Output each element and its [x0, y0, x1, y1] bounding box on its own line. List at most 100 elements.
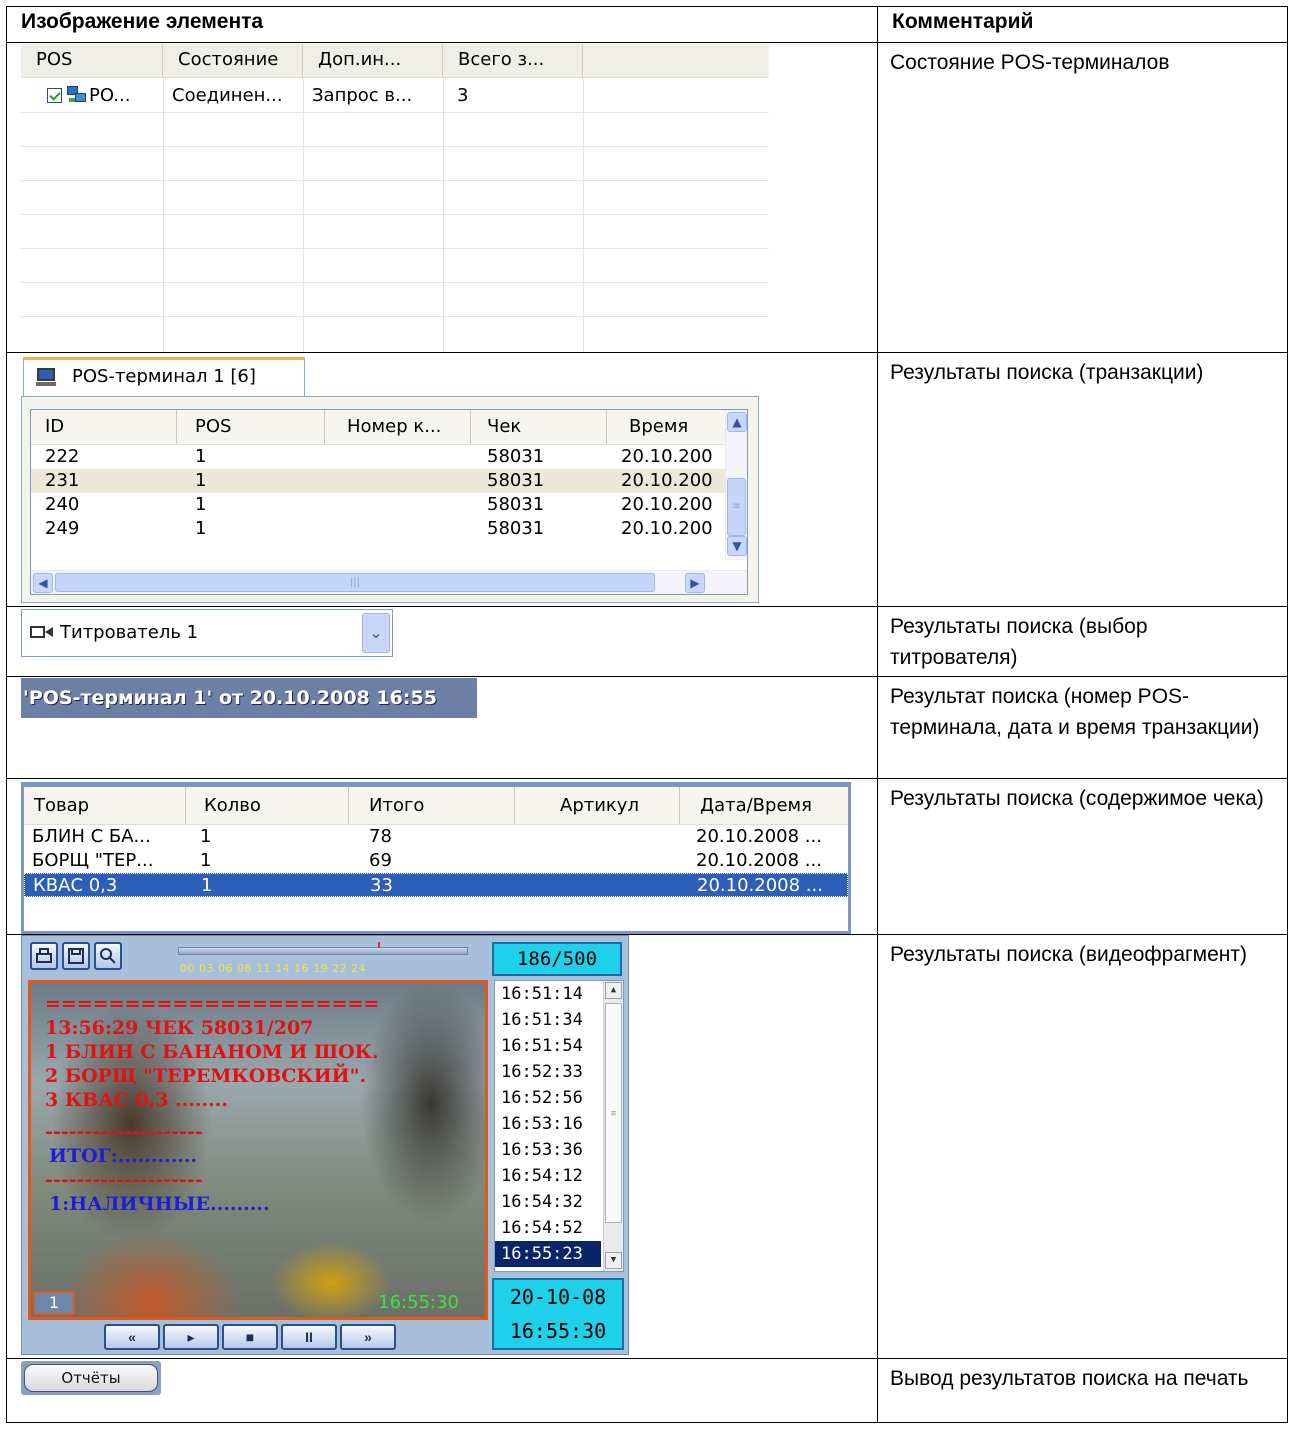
table-row[interactable]: 222 1 58031 20.10.200	[31, 445, 747, 469]
col-total[interactable]: Итого	[349, 787, 515, 824]
titler-select[interactable]: Титрователь 1 ⌄	[21, 609, 393, 657]
col-pos[interactable]: POS	[177, 410, 325, 444]
cell-id: 231	[45, 470, 80, 491]
table-row[interactable]: 240 1 58031 20.10.200	[31, 493, 747, 517]
cell-pos: 1	[195, 518, 207, 539]
table-row[interactable]: 231 1 58031 20.10.200	[31, 469, 747, 493]
col-sku[interactable]: Артикул	[515, 787, 680, 824]
col-state[interactable]: Состояние	[163, 44, 303, 78]
stop-button[interactable]: ■	[222, 1324, 278, 1350]
vertical-scrollbar[interactable]: ▲ ≡ ▼	[725, 410, 747, 560]
cell-check: 58031	[487, 494, 545, 515]
tab-pos-terminal[interactable]: POS-терминал 1 [6]	[23, 357, 305, 397]
col-info[interactable]: Доп.ин...	[303, 44, 443, 78]
scroll-thumb[interactable]: ≡	[605, 1003, 622, 1223]
table-row[interactable]: PO... Соединен... Запрос в... 3	[21, 80, 583, 110]
tab-pane: ID POS Номер к... Чек Время 222 1 58031 20.…	[21, 396, 759, 603]
transactions-grid: ID POS Номер к... Чек Время 222 1 58031 20.…	[30, 409, 748, 595]
col-check[interactable]: Чек	[471, 410, 607, 444]
date-display: 20-10-08	[509, 1285, 607, 1309]
scroll-down-button[interactable]: ▼	[605, 1252, 622, 1269]
col-pos[interactable]: POS	[21, 44, 163, 78]
col-total[interactable]: Всего з...	[443, 44, 583, 78]
magnifier-icon	[100, 948, 116, 964]
col-time[interactable]: Время	[607, 410, 717, 444]
pause-button[interactable]: II	[281, 1324, 337, 1350]
rewind-button[interactable]: «	[104, 1324, 160, 1350]
time-list-item[interactable]: 16:51:34	[495, 1007, 601, 1033]
cell-dt: 20.10.2008 ...	[696, 826, 822, 847]
cell-state: Соединен...	[172, 84, 283, 106]
cell-qty: 1	[200, 826, 212, 847]
row-transactions: POS-терминал 1 [6] ID POS Номер к... Чек…	[6, 352, 1288, 607]
pos-checkbox[interactable]	[47, 87, 62, 103]
time-list-item[interactable]: 16:52:33	[495, 1059, 601, 1085]
scroll-up-button[interactable]: ▲	[605, 982, 622, 999]
table-row[interactable]: БОРЩ "ТЕР... 1 69 20.10.2008 ...	[24, 849, 848, 873]
cell-total: 3	[457, 84, 469, 106]
horizontal-scrollbar[interactable]: ◀ ||| ▶	[31, 570, 747, 594]
scroll-thumb[interactable]: |||	[55, 573, 655, 592]
scroll-down-button[interactable]: ▼	[727, 536, 747, 556]
cell-time: 20.10.200	[621, 494, 713, 515]
col-datetime[interactable]: Дата/Время	[680, 787, 840, 824]
receipt-image-cell: Товар Колво Итого Артикул Дата/Время БЛИ…	[6, 778, 878, 935]
chevron-down-icon[interactable]: ⌄	[362, 613, 390, 653]
table-row[interactable]: 249 1 58031 20.10.200	[31, 517, 747, 541]
time-list-item[interactable]: 16:53:36	[495, 1137, 601, 1163]
time-list-scrollbar[interactable]: ▲ ≡ ▼	[603, 981, 623, 1271]
time-list-item[interactable]: 16:54:12	[495, 1163, 601, 1189]
receipt-header: Товар Колво Итого Артикул Дата/Время	[24, 787, 848, 825]
time-list-item[interactable]: 16:55:23	[495, 1241, 601, 1267]
overlay-line: --------------------	[45, 1169, 203, 1191]
pos-status-image-cell: POS Состояние Доп.ин... Всего з... PO...…	[6, 42, 878, 353]
cell-item: КВАС 0,3	[33, 875, 118, 896]
fast-forward-button[interactable]: »	[340, 1324, 396, 1350]
col-cashier[interactable]: Номер к...	[325, 410, 471, 444]
print-button[interactable]	[30, 942, 58, 970]
reports-button[interactable]: Отчёты	[24, 1364, 158, 1392]
col-item[interactable]: Товар	[24, 787, 186, 824]
scroll-thumb[interactable]: ≡	[727, 478, 746, 536]
time-list-item[interactable]: 16:53:16	[495, 1111, 601, 1137]
scroll-right-button[interactable]: ▶	[685, 573, 705, 593]
row-pos-status: POS Состояние Доп.ин... Всего з... PO...…	[6, 42, 1288, 353]
overlay-line: 13:56:29 ЧЕК 58031/207	[45, 1017, 314, 1039]
cell-check: 58031	[487, 518, 545, 539]
col-id[interactable]: ID	[31, 410, 177, 444]
timeline-slider[interactable]: 00 03 06 08 11 14 16 19 22 24	[178, 942, 468, 975]
scroll-left-button[interactable]: ◀	[33, 573, 53, 593]
zoom-button[interactable]	[94, 942, 122, 970]
timeline-ticks: 00 03 06 08 11 14 16 19 22 24	[180, 962, 366, 975]
play-button[interactable]: ▸	[163, 1324, 219, 1350]
elements-table: Изображение элемента Комментарий POS Сос…	[6, 6, 1288, 1423]
divider	[21, 316, 769, 317]
table-row[interactable]: КВАС 0,3 1 33 20.10.2008 ...	[24, 873, 848, 897]
time-list-item[interactable]: 16:51:14	[495, 981, 601, 1007]
row-titler: Титрователь 1 ⌄ Результаты поиска (выбор…	[6, 606, 1288, 677]
timeline-bar[interactable]	[178, 947, 468, 955]
cell-id: 222	[45, 446, 80, 467]
transactions-panel: POS-терминал 1 [6] ID POS Номер к... Чек…	[21, 353, 759, 603]
reports-button-frame: Отчёты	[21, 1361, 161, 1395]
comment-reports: Вывод результатов поиска на печать	[877, 1358, 1288, 1423]
time-list-item[interactable]: 16:52:56	[495, 1085, 601, 1111]
table-row[interactable]: БЛИН С БА... 1 78 20.10.2008 ...	[24, 825, 848, 849]
time-list-item[interactable]: 16:51:54	[495, 1033, 601, 1059]
titler-image-cell: Титрователь 1 ⌄	[6, 606, 878, 677]
camera-number: 1	[33, 1291, 75, 1315]
cell-dt: 20.10.2008 ...	[696, 850, 822, 871]
time-list-item[interactable]: 16:54:52	[495, 1215, 601, 1241]
result-banner: 'POS-терминал 1' от 20.10.2008 16:55	[21, 678, 477, 718]
col-qty[interactable]: Колво	[186, 787, 349, 824]
video-image-cell: 00 03 06 08 11 14 16 19 22 24 186/500 ==…	[6, 934, 878, 1359]
cell-check: 58031	[487, 470, 545, 491]
save-button[interactable]	[62, 942, 90, 970]
scroll-up-button[interactable]: ▲	[727, 412, 747, 432]
divider	[21, 214, 769, 215]
floppy-icon	[68, 948, 84, 964]
overlay-line: 3 КВАС 0,3 ........	[45, 1089, 228, 1111]
time-list-item[interactable]: 16:54:32	[495, 1189, 601, 1215]
divider	[21, 282, 769, 283]
divider	[303, 78, 304, 352]
